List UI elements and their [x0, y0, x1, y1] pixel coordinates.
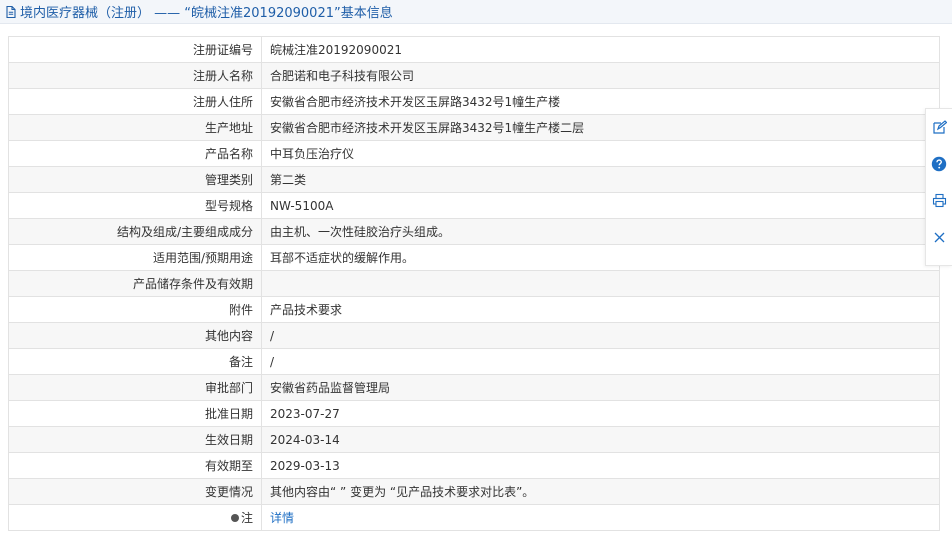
row-value: 其他内容由“ ” 变更为 “见产品技术要求对比表”。 — [261, 478, 940, 505]
row-label: 注册人名称 — [8, 62, 262, 89]
table-row: 型号规格 NW-5100A — [8, 192, 940, 219]
table-row: 变更情况 其他内容由“ ” 变更为 “见产品技术要求对比表”。 — [8, 478, 940, 505]
row-value: 第二类 — [261, 166, 940, 193]
table-row: 注册证编号 皖械注准20192090021 — [8, 36, 940, 63]
edit-icon — [932, 120, 947, 134]
row-value: 合肥诺和电子科技有限公司 — [261, 62, 940, 89]
row-value — [261, 270, 940, 297]
page-title: 境内医疗器械（注册） —— “皖械注准20192090021”基本信息 — [20, 6, 393, 21]
row-label: 生效日期 — [8, 426, 262, 453]
row-label: 注册人住所 — [8, 88, 262, 115]
row-label: 审批部门 — [8, 374, 262, 401]
table-row: 注册人住所 安徽省合肥市经济技术开发区玉屏路3432号1幢生产楼 — [8, 88, 940, 115]
document-icon — [4, 5, 18, 19]
row-label: 管理类别 — [8, 166, 262, 193]
info-table-body: 注册证编号 皖械注准20192090021 注册人名称 合肥诺和电子科技有限公司 注册人… — [8, 36, 940, 531]
row-value: 由主机、一次性硅胶治疗头组成。 — [261, 218, 940, 245]
row-label: 适用范围/预期用途 — [8, 244, 262, 271]
row-value: 2023-07-27 — [261, 400, 940, 427]
help-button[interactable] — [929, 156, 949, 174]
close-icon — [934, 232, 944, 243]
row-label: 附件 — [8, 296, 262, 323]
row-value: / — [261, 322, 940, 349]
side-toolbar — [925, 108, 952, 266]
table-row: 适用范围/预期用途 耳部不适症状的缓解作用。 — [8, 244, 940, 271]
table-row: 结构及组成/主要组成成分 由主机、一次性硅胶治疗头组成。 — [8, 218, 940, 245]
table-row: 生效日期 2024-03-14 — [8, 426, 940, 453]
row-value: 耳部不适症状的缓解作用。 — [261, 244, 940, 271]
help-icon — [931, 157, 947, 172]
close-button[interactable] — [929, 229, 949, 247]
table-row: 批准日期 2023-07-27 — [8, 400, 940, 427]
table-row: 注 详情 — [8, 504, 940, 531]
table-row: 产品储存条件及有效期 — [8, 270, 940, 297]
table-row: 附件 产品技术要求 — [8, 296, 940, 323]
bulb-icon — [230, 513, 239, 522]
table-row: 产品名称 中耳负压治疗仪 — [8, 140, 940, 167]
row-value: 安徽省药品监督管理局 — [261, 374, 940, 401]
note-label: 注 — [230, 509, 253, 526]
row-label: 型号规格 — [8, 192, 262, 219]
table-row: 其他内容 / — [8, 322, 940, 349]
table-row: 备注 / — [8, 348, 940, 375]
row-label: 变更情况 — [8, 478, 262, 505]
row-label: 产品储存条件及有效期 — [8, 270, 262, 297]
row-label: 生产地址 — [8, 114, 262, 141]
row-value: 2024-03-14 — [261, 426, 940, 453]
row-label: 结构及组成/主要组成成分 — [8, 218, 262, 245]
row-value: 皖械注准20192090021 — [261, 36, 940, 63]
row-label: 批准日期 — [8, 400, 262, 427]
edit-button[interactable] — [929, 119, 949, 137]
row-value: 中耳负压治疗仪 — [261, 140, 940, 167]
details-link[interactable]: 详情 — [270, 511, 294, 525]
row-value: NW-5100A — [261, 192, 940, 219]
row-label: 备注 — [8, 348, 262, 375]
row-value: 产品技术要求 — [261, 296, 940, 323]
table-row: 有效期至 2029-03-13 — [8, 452, 940, 479]
page: 境内医疗器械（注册） —— “皖械注准20192090021”基本信息 注册证编… — [0, 0, 952, 557]
table-row: 注册人名称 合肥诺和电子科技有限公司 — [8, 62, 940, 89]
row-label: 产品名称 — [8, 140, 262, 167]
row-label: 有效期至 — [8, 452, 262, 479]
print-button[interactable] — [929, 192, 949, 210]
print-icon — [932, 194, 946, 208]
row-value: 2029-03-13 — [261, 452, 940, 479]
row-label: 注册证编号 — [8, 36, 262, 63]
note-label-text: 注 — [240, 511, 253, 525]
row-label: 其他内容 — [8, 322, 262, 349]
row-value: 详情 — [261, 504, 940, 531]
row-value: 安徽省合肥市经济技术开发区玉屏路3432号1幢生产楼二层 — [261, 114, 940, 141]
row-value: 安徽省合肥市经济技术开发区玉屏路3432号1幢生产楼 — [261, 88, 940, 115]
row-value: / — [261, 348, 940, 375]
row-label: 注 — [8, 504, 262, 531]
table-row: 生产地址 安徽省合肥市经济技术开发区玉屏路3432号1幢生产楼二层 — [8, 114, 940, 141]
table-row: 管理类别 第二类 — [8, 166, 940, 193]
table-row: 审批部门 安徽省药品监督管理局 — [8, 374, 940, 401]
info-table: 注册证编号 皖械注准20192090021 注册人名称 合肥诺和电子科技有限公司 注册人… — [8, 36, 940, 531]
title-bar: 境内医疗器械（注册） —— “皖械注准20192090021”基本信息 — [0, 0, 952, 24]
